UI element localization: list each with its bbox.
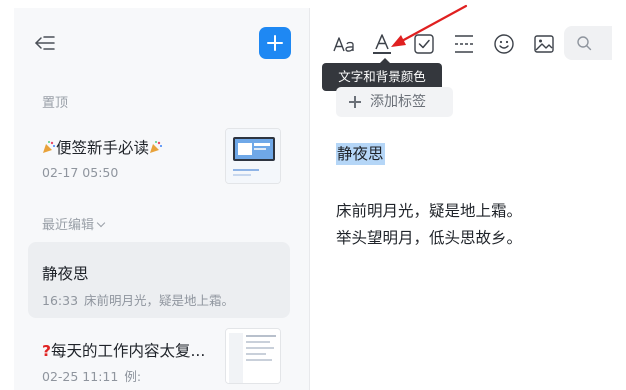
note-title-2: 静夜思 [42,265,89,283]
plus-icon [349,96,361,108]
note-meta-3: 02-25 11:11 例: [42,366,141,385]
search-input[interactable] [564,26,612,60]
font-size-icon[interactable] [332,32,356,56]
document-line-1[interactable]: 床前明月光，疑是地上霜。 [336,201,522,221]
text-color-icon[interactable] [370,32,394,56]
note-preview-2: 床前明月光，疑是地上霜。 [84,293,235,308]
emoji-icon[interactable] [492,32,516,56]
recent-section-toggle[interactable]: 最近编辑 [42,214,106,233]
document-title[interactable]: 静夜思 [336,143,385,165]
question-mark-icon: ? [42,342,51,360]
party-popper-icon [43,141,55,153]
note-title-1: 便签新手必读 [56,139,150,157]
sidebar: 置顶 便签新手必读 02-17 05:50 最近编辑 静夜思 16:33 床前明… [14,8,310,390]
add-tag-label: 添加标签 [370,94,426,110]
note-meta-1: 02-17 05:50 [42,165,118,180]
note-title-3-wrap: ?每天的工作内容太复... [42,339,205,361]
add-tag-button[interactable]: 添加标签 [336,87,453,117]
note-meta-2: 16:33 床前明月光，疑是地上霜。 [42,290,234,309]
notes-app: 置顶 便签新手必读 02-17 05:50 最近编辑 静夜思 16:33 床前明… [14,8,612,390]
note-date-1: 02-17 05:50 [42,165,119,180]
add-note-button[interactable] [259,27,291,59]
document-line-2[interactable]: 举头望明月，低头思故乡。 [336,228,522,248]
party-popper-icon-2 [150,141,163,153]
collapse-sidebar-icon[interactable] [34,32,56,54]
note-date-2: 16:33 [42,293,79,308]
note-preview-3: 例: [124,369,142,384]
note-title-1-wrap: 便签新手必读 [42,136,163,158]
note-thumbnail-1 [225,128,281,184]
note-date-3: 02-25 11:11 [42,369,119,384]
note-title-3: 每天的工作内容太复... [51,342,206,360]
recent-section-label: 最近编辑 [42,218,95,233]
note-thumbnail-3 [225,328,281,384]
divider-icon[interactable] [452,32,476,56]
pinned-section-label: 置顶 [42,96,69,111]
chevron-down-icon [96,218,106,228]
checkbox-icon[interactable] [412,32,436,56]
search-icon [577,36,592,51]
image-icon[interactable] [532,32,556,56]
